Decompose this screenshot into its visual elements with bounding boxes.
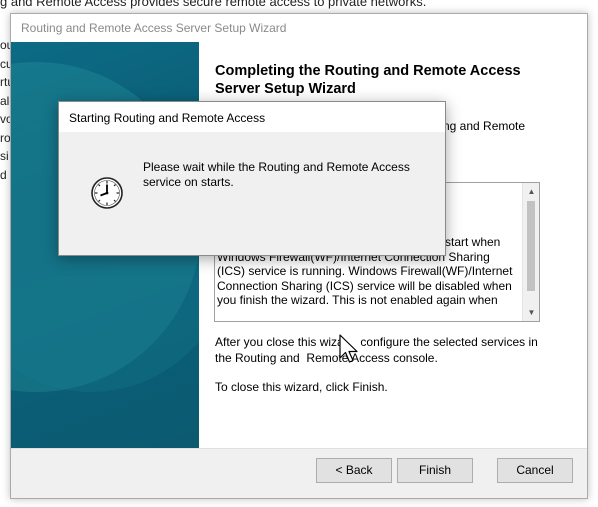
- background-fragment: vo: [0, 112, 10, 126]
- summary-scrollbar[interactable]: ▲ ▼: [522, 183, 539, 321]
- wizard-divider: [11, 448, 587, 449]
- wizard-intro-text: ng and Remote: [443, 119, 526, 133]
- back-button[interactable]: < Back: [316, 458, 392, 483]
- wizard-close-text: To close this wizard, click Finish.: [215, 380, 388, 394]
- finish-button[interactable]: Finish: [397, 458, 473, 483]
- dialog-title: Starting Routing and Remote Access: [69, 111, 266, 125]
- background-left-column: ou cu rtu al- vo ro si d a: [0, 36, 10, 184]
- scroll-down-icon[interactable]: ▼: [523, 304, 539, 321]
- background-fragment: si: [0, 149, 9, 163]
- background-fragment: al-: [0, 93, 10, 108]
- starting-service-dialog[interactable]: Starting Routing and Remote Access Pleas…: [58, 101, 446, 256]
- scroll-up-icon[interactable]: ▲: [523, 183, 539, 200]
- dialog-message: Please wait while the Routing and Remote…: [143, 160, 410, 189]
- scroll-thumb[interactable]: [527, 201, 535, 291]
- setup-wizard-window[interactable]: Routing and Remote Access Server Setup W…: [10, 13, 588, 499]
- background-description: g and Remote Access provides secure remo…: [0, 0, 427, 9]
- wizard-heading: Completing the Routing and Remote Access…: [215, 63, 521, 97]
- arrow-cursor-icon: [339, 334, 358, 363]
- background-fragment: ro: [0, 130, 10, 145]
- wizard-after-text: After you close this wiza configure the …: [215, 335, 542, 365]
- background-fragment: ou: [0, 38, 10, 52]
- clock-icon: [91, 177, 123, 209]
- background-fragment: d a: [0, 167, 10, 182]
- wizard-title: Routing and Remote Access Server Setup W…: [21, 21, 287, 35]
- background-fragment: rtu: [0, 75, 10, 89]
- background-fragment: cu: [0, 56, 10, 71]
- cancel-button[interactable]: Cancel: [497, 458, 573, 483]
- dialog-titlebar[interactable]: Starting Routing and Remote Access: [59, 102, 445, 132]
- wizard-titlebar[interactable]: Routing and Remote Access Server Setup W…: [11, 14, 587, 42]
